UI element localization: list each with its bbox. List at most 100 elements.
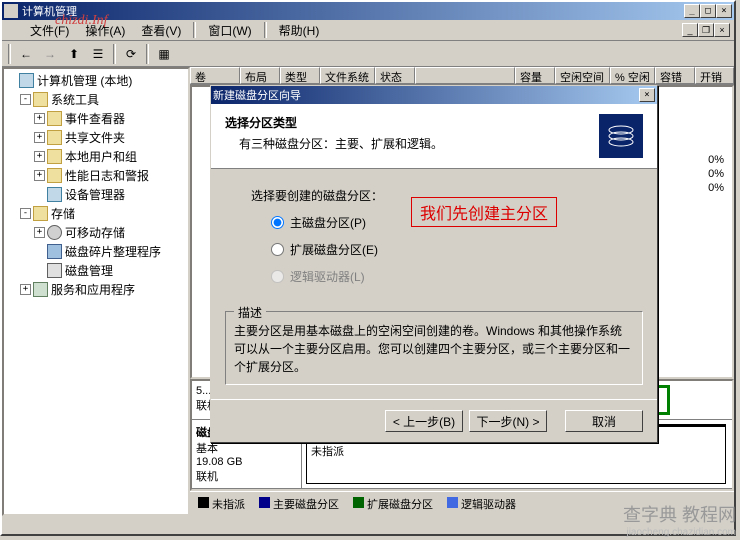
child-minimize-button[interactable]: _ (682, 23, 698, 37)
close-button[interactable]: × (716, 4, 732, 18)
tree-defrag[interactable]: 磁盘碎片整理程序 (6, 242, 186, 261)
tree-services[interactable]: + 服务和应用程序 (6, 280, 186, 299)
collapse-icon[interactable]: - (20, 94, 31, 105)
next-button[interactable]: 下一步(N) > (469, 410, 547, 432)
radio-extended-input[interactable] (271, 243, 284, 256)
refresh-button[interactable]: ⟳ (120, 43, 142, 65)
desc-text: 主要分区是用基本磁盘上的空闲空间创建的卷。Windows 和其他操作系统可以从一… (234, 324, 630, 374)
col-overhead[interactable]: 开销 (695, 67, 734, 84)
pct-val: 0% (708, 168, 724, 180)
col-type[interactable]: 类型 (280, 67, 320, 84)
child-close-button[interactable]: × (714, 23, 730, 37)
col-spacer[interactable] (415, 67, 515, 84)
tree-perf[interactable]: + 性能日志和警报 (6, 166, 186, 185)
menu-help[interactable]: 帮助(H) (273, 20, 326, 41)
radio-label: 逻辑驱动器(L) (290, 268, 365, 285)
tree-label: 性能日志和警报 (65, 167, 149, 184)
main-titlebar: 计算机管理 _ □ × (2, 2, 734, 20)
tree-shared[interactable]: +共享文件夹 (6, 128, 186, 147)
legend-swatch-unalloc (198, 497, 209, 508)
collapse-icon[interactable]: - (20, 208, 31, 219)
folder-icon (47, 149, 62, 164)
show-hide-button[interactable]: ☰ (87, 43, 109, 65)
tree-label: 磁盘管理 (65, 262, 113, 279)
up-button[interactable]: ⬆ (63, 43, 85, 65)
red-annotation: 我们先创建主分区 (411, 197, 557, 227)
maximize-button[interactable]: □ (700, 4, 716, 18)
tools-icon (33, 92, 48, 107)
partition-wizard-dialog: 新建磁盘分区向导 × 选择分区类型 有三种磁盘分区：主要、扩展和逻辑。 选择要创… (210, 85, 658, 443)
menu-view[interactable]: 查看(V) (135, 20, 187, 41)
col-pctfree[interactable]: % 空闲 (610, 67, 655, 84)
tree-pane[interactable]: 计算机管理 (本地) -系统工具 + 事件查看器 +共享文件夹 +本地用户和组 +… (2, 67, 190, 516)
menu-window[interactable]: 窗口(W) (202, 20, 257, 41)
col-fault[interactable]: 容错 (655, 67, 695, 84)
tree-label: 事件查看器 (65, 110, 125, 127)
tree-systools[interactable]: -系统工具 (6, 90, 186, 109)
disk-icon (47, 225, 62, 240)
back-button[interactable]: < 上一步(B) (385, 410, 463, 432)
description-box: 描述 主要分区是用基本磁盘上的空闲空间创建的卷。Windows 和其他操作系统可… (225, 311, 643, 385)
computer-icon (19, 73, 34, 88)
folder-icon (47, 111, 62, 126)
col-status[interactable]: 状态 (375, 67, 415, 84)
tree-label: 设备管理器 (65, 186, 125, 203)
menubar: 文件(F) 操作(A) 查看(V) 窗口(W) 帮助(H) _ ❐ × (2, 20, 734, 40)
col-volume[interactable]: 卷 (190, 67, 240, 84)
device-icon (47, 187, 62, 202)
watermark: 查字典 教程网 jiaocheng.chazidian.com (623, 501, 736, 538)
col-free[interactable]: 空闲空间 (555, 67, 610, 84)
tree-label: 磁盘碎片整理程序 (65, 243, 161, 260)
toolbar: ← → ⬆ ☰ ⟳ ▦ (2, 40, 734, 66)
app-icon (4, 4, 18, 18)
back-button[interactable]: ← (15, 43, 37, 65)
expand-icon[interactable]: + (34, 132, 45, 143)
tree-removable[interactable]: +可移动存储 (6, 223, 186, 242)
wizard-footer: < 上一步(B) 下一步(N) > 取消 (211, 399, 657, 442)
tree-label: 存储 (51, 205, 75, 222)
tree-label: 服务和应用程序 (51, 281, 135, 298)
expand-icon[interactable]: + (34, 113, 45, 124)
minimize-button[interactable]: _ (684, 4, 700, 18)
folder-icon (47, 130, 62, 145)
radio-extended[interactable]: 扩展磁盘分区(E) (271, 241, 617, 258)
tree-root-label: 计算机管理 (本地) (37, 72, 132, 89)
tree-users[interactable]: +本地用户和组 (6, 147, 186, 166)
tree-eventviewer[interactable]: + 事件查看器 (6, 109, 186, 128)
wizard-icon (599, 114, 643, 158)
col-fs[interactable]: 文件系统 (320, 67, 375, 84)
wizard-header: 选择分区类型 有三种磁盘分区：主要、扩展和逻辑。 (211, 104, 657, 169)
expand-icon[interactable]: + (34, 151, 45, 162)
list-header: 卷 布局 类型 文件系统 状态 容量 空闲空间 % 空闲 容错 开销 (190, 67, 734, 85)
expand-icon[interactable]: + (34, 227, 45, 238)
legend-label: 主要磁盘分区 (273, 499, 339, 511)
col-layout[interactable]: 布局 (240, 67, 280, 84)
wizard-header-subtitle: 有三种磁盘分区：主要、扩展和逻辑。 (225, 135, 599, 152)
expand-icon[interactable]: + (34, 170, 45, 181)
percent-column: 0% 0% 0% (706, 152, 726, 198)
tree-devmgr[interactable]: 设备管理器 (6, 185, 186, 204)
radio-logical-input (271, 270, 284, 283)
expand-icon[interactable]: + (20, 284, 31, 295)
watermark-main: 查字典 教程网 (623, 505, 736, 525)
tree-diskmgmt[interactable]: 磁盘管理 (6, 261, 186, 280)
radio-logical: 逻辑驱动器(L) (271, 268, 617, 285)
pct-val: 0% (708, 154, 724, 166)
tree-root[interactable]: 计算机管理 (本地) (6, 71, 186, 90)
radio-primary-input[interactable] (271, 216, 284, 229)
wizard-content: 选择要创建的磁盘分区： 主磁盘分区(P) 扩展磁盘分区(E) 逻辑驱动器(L) … (211, 169, 657, 305)
wizard-close-button[interactable]: × (639, 88, 655, 102)
diskmgmt-icon (47, 263, 62, 278)
forward-button[interactable]: → (39, 43, 61, 65)
disk-status: 联机 (196, 468, 297, 484)
tree-storage[interactable]: - 存储 (6, 204, 186, 223)
pct-val: 0% (708, 182, 724, 194)
overlay-watermark: chizdi.Inf (55, 13, 108, 29)
legend-swatch-logical (447, 497, 458, 508)
col-capacity[interactable]: 容量 (515, 67, 555, 84)
disk-size: 19.08 GB (196, 456, 297, 468)
cancel-button[interactable]: 取消 (565, 410, 643, 432)
child-restore-button[interactable]: ❐ (698, 23, 714, 37)
list-view-button[interactable]: ▦ (153, 43, 175, 65)
legend-label: 扩展磁盘分区 (367, 499, 433, 511)
